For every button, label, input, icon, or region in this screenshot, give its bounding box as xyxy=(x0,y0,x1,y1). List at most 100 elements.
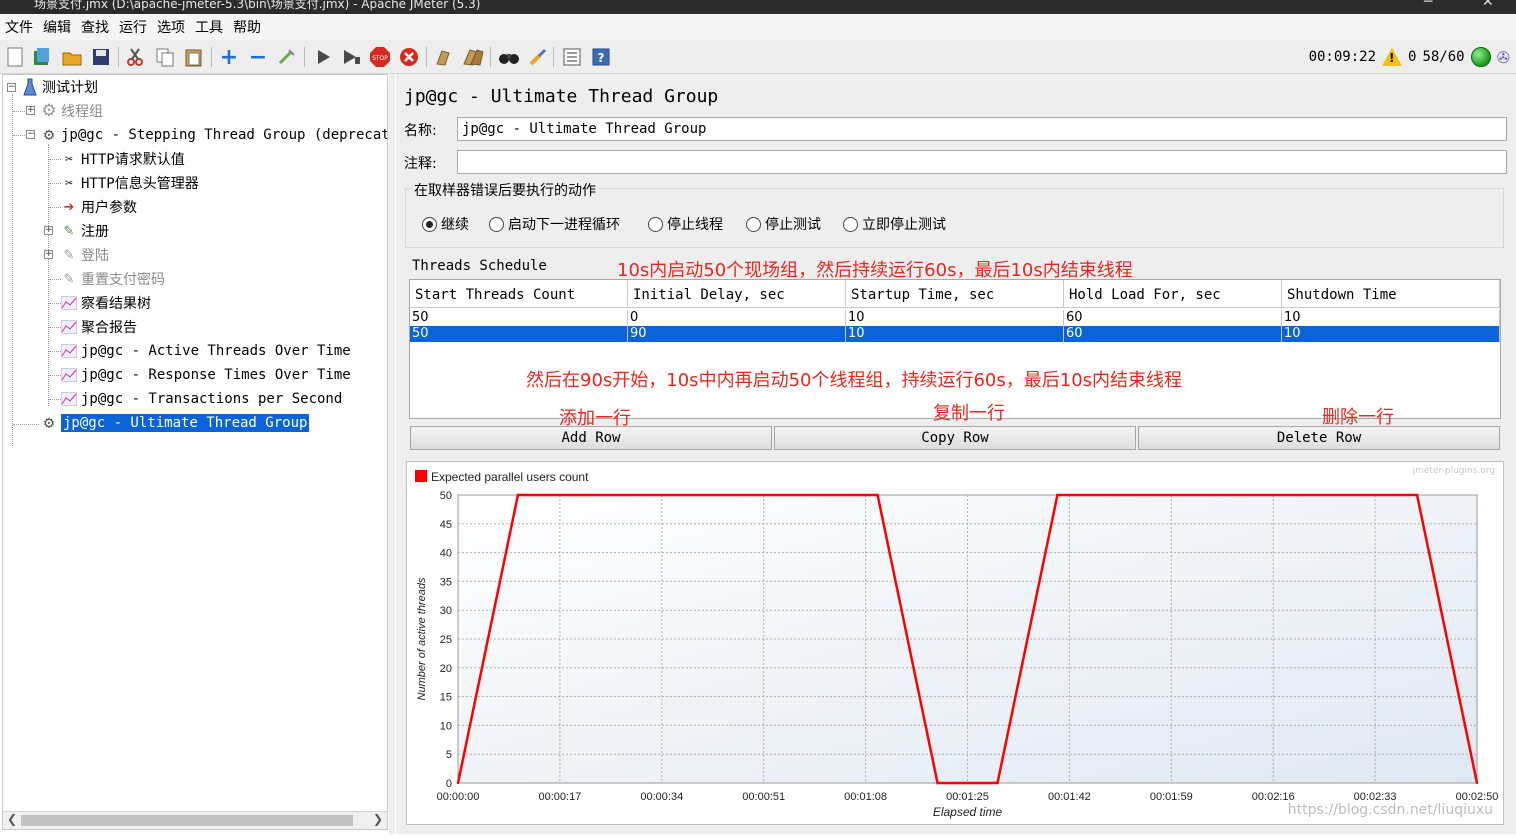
svg-text:STOP: STOP xyxy=(372,55,388,62)
menu-options[interactable]: 选项 xyxy=(156,15,186,39)
y-tick-label: 25 xyxy=(440,634,452,646)
table-cell[interactable]: 60 xyxy=(1064,326,1282,342)
table-cell[interactable]: 10 xyxy=(1282,310,1500,326)
stop-icon[interactable]: STOP xyxy=(369,46,391,68)
radio-stop-thread[interactable]: 停止线程 xyxy=(648,214,723,234)
open-icon[interactable] xyxy=(61,46,83,68)
scroll-left-icon[interactable]: ❮ xyxy=(7,812,17,826)
pipette-icon: ✎ xyxy=(63,247,75,263)
tree-item-ultimate-thread-group[interactable]: ⚙ jp@gc - Ultimate Thread Group xyxy=(40,412,310,434)
templates-icon[interactable] xyxy=(31,46,53,68)
column-header[interactable]: Shutdown Time xyxy=(1282,280,1500,308)
tree-item-login[interactable]: ✎ 登陆 xyxy=(60,244,109,266)
clear-icon[interactable] xyxy=(432,46,454,68)
tree-item-transactions-per-second[interactable]: jp@gc - Transactions per Second xyxy=(60,388,342,410)
column-header[interactable]: Hold Load For, sec xyxy=(1064,280,1282,308)
remote-icon[interactable]: ✇ xyxy=(1497,48,1510,67)
name-field[interactable]: jp@gc - Ultimate Thread Group xyxy=(457,117,1507,141)
start-icon[interactable] xyxy=(312,46,334,68)
add-row-button[interactable]: Add Row xyxy=(410,426,772,450)
tree-item-http-defaults[interactable]: ✂ HTTP请求默认值 xyxy=(60,148,185,170)
data-point xyxy=(456,781,460,785)
reset-search-icon[interactable] xyxy=(527,46,549,68)
expand-icon[interactable]: + xyxy=(218,45,240,70)
y-tick-label: 35 xyxy=(440,576,452,588)
column-header[interactable]: Initial Delay, sec xyxy=(628,280,846,308)
radio-start-next-loop[interactable]: 启动下一进程循环 xyxy=(489,214,620,234)
menu-run[interactable]: 运行 xyxy=(118,15,148,39)
function-helper-icon[interactable] xyxy=(561,46,583,68)
menu-edit[interactable]: 编辑 xyxy=(42,15,72,39)
tree-item-view-results-tree[interactable]: 察看结果树 xyxy=(60,292,151,314)
clear-all-icon[interactable] xyxy=(462,46,484,68)
expand-toggle-icon[interactable]: + xyxy=(26,106,35,115)
expand-toggle-icon[interactable]: − xyxy=(26,130,35,139)
radio-stop-test[interactable]: 停止测试 xyxy=(746,214,821,234)
radio-continue[interactable]: 继续 xyxy=(422,214,469,234)
menu-help[interactable]: 帮助 xyxy=(232,15,262,39)
help-icon[interactable]: ? xyxy=(590,46,612,68)
cut-icon[interactable] xyxy=(124,46,146,68)
schedule-table[interactable]: Start Threads Count Initial Delay, sec S… xyxy=(409,279,1501,419)
tree-item-thread-group[interactable]: ⚙ 线程组 xyxy=(40,100,103,122)
thread-count: 58/60 xyxy=(1422,49,1465,65)
warning-icon[interactable] xyxy=(1382,48,1402,66)
start-no-pause-icon[interactable] xyxy=(340,46,362,68)
tree-root[interactable]: 测试计划 xyxy=(21,76,98,98)
menu-tools[interactable]: 工具 xyxy=(194,15,224,39)
radio-dot xyxy=(489,216,504,232)
expand-toggle-icon[interactable]: − xyxy=(7,83,16,92)
table-cell[interactable]: 50 xyxy=(410,310,628,326)
tree-item-header-manager[interactable]: ✂ HTTP信息头管理器 xyxy=(60,172,199,194)
copy-row-button[interactable]: Copy Row xyxy=(774,426,1136,450)
y-tick-label: 45 xyxy=(440,519,452,531)
y-tick-label: 50 xyxy=(440,490,452,502)
tree-item-reset-pay-password[interactable]: ✎ 重置支付密码 xyxy=(60,268,165,290)
search-icon[interactable] xyxy=(498,46,520,68)
table-cell[interactable]: 50 xyxy=(410,326,628,342)
delete-row-button[interactable]: Delete Row xyxy=(1138,426,1500,450)
flask-icon xyxy=(21,78,39,96)
expand-toggle-icon[interactable]: + xyxy=(44,250,53,259)
shutdown-icon[interactable] xyxy=(398,46,420,68)
scroll-thumb[interactable] xyxy=(21,815,353,826)
column-header[interactable]: Start Threads Count xyxy=(410,280,628,308)
column-header[interactable]: Startup Time, sec xyxy=(846,280,1064,308)
table-cell[interactable]: 10 xyxy=(846,326,1064,342)
panel-splitter[interactable] xyxy=(389,74,395,834)
tree-horizontal-scrollbar[interactable]: ❮ ❯ xyxy=(3,811,387,829)
scroll-right-icon[interactable]: ❯ xyxy=(373,812,383,826)
menu-file[interactable]: 文件 xyxy=(4,15,34,39)
new-icon[interactable] xyxy=(4,46,26,68)
collapse-icon[interactable]: − xyxy=(247,45,269,70)
tree-item-response-times[interactable]: jp@gc - Response Times Over Time xyxy=(60,364,351,386)
table-cell[interactable]: 0 xyxy=(628,310,846,326)
tree-item-register[interactable]: ✎ 注册 xyxy=(60,220,109,242)
table-cell[interactable]: 60 xyxy=(1064,310,1282,326)
menu-search[interactable]: 查找 xyxy=(80,15,110,39)
paste-icon[interactable] xyxy=(183,46,205,68)
tree-item-aggregate-report[interactable]: 聚合报告 xyxy=(60,316,137,338)
x-tick-label: 00:01:25 xyxy=(946,791,989,803)
legend-swatch xyxy=(415,470,427,482)
save-icon[interactable] xyxy=(90,46,112,68)
close-window-icon[interactable]: ✕ xyxy=(1482,0,1494,10)
name-label: 名称: xyxy=(404,123,437,139)
table-cell[interactable]: 90 xyxy=(628,326,846,342)
data-point xyxy=(1475,781,1479,785)
expand-toggle-icon[interactable]: + xyxy=(44,226,53,235)
comment-field[interactable] xyxy=(457,150,1507,174)
error-action-title: 在取样器错误后要执行的动作 xyxy=(412,180,598,200)
tree-item-active-threads[interactable]: jp@gc - Active Threads Over Time xyxy=(60,340,351,362)
status-area: 00:09:22 0 58/60 ✇ xyxy=(1309,46,1510,68)
minimize-icon[interactable]: ─ xyxy=(1424,0,1432,10)
copy-icon[interactable] xyxy=(154,46,176,68)
toggle-icon[interactable] xyxy=(276,46,298,68)
tree-item-stepping-thread-group[interactable]: ⚙ jp@gc - Stepping Thread Group (depreca… xyxy=(40,124,387,146)
graph-icon xyxy=(60,366,78,384)
table-cell[interactable]: 10 xyxy=(846,310,1064,326)
radio-stop-test-now[interactable]: 立即停止测试 xyxy=(843,214,946,234)
table-cell[interactable]: 10 xyxy=(1282,326,1500,342)
tree-item-user-params[interactable]: ➔ 用户参数 xyxy=(60,196,137,218)
radio-dot xyxy=(746,216,761,232)
